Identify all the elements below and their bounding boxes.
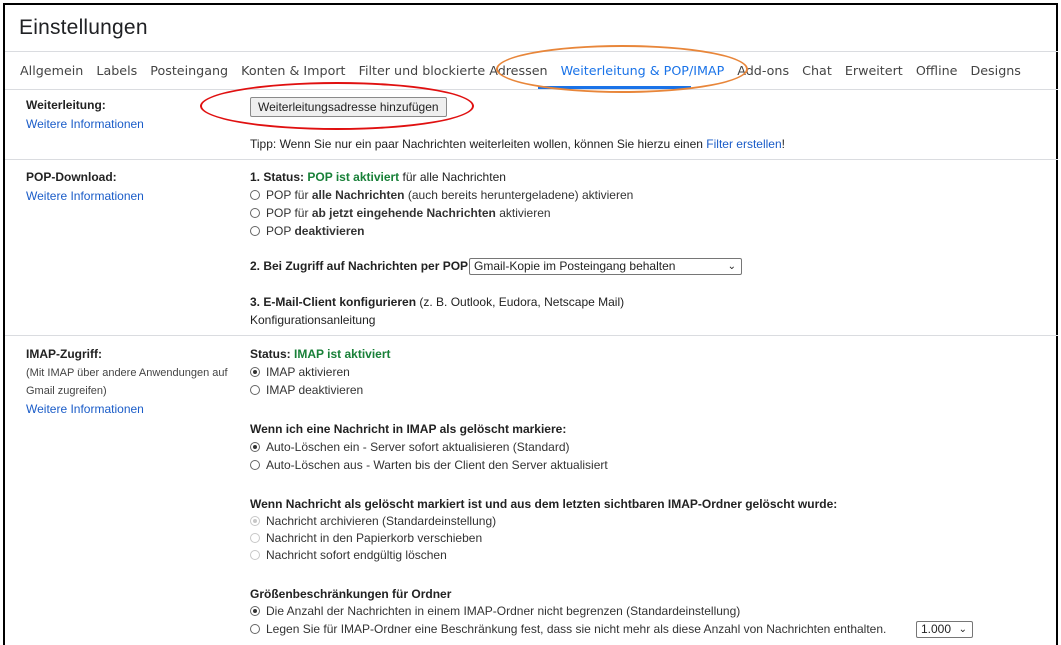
config-instructions-link[interactable]: Konfigurationsanleitung [250, 313, 375, 327]
settings-tabs: Allgemein Labels Posteingang Konten & Im… [20, 63, 1030, 78]
divider [5, 335, 1058, 336]
opt-text: Nachricht sofort endgültig löschen [266, 548, 447, 562]
chevron-down-icon: ⌄ [958, 624, 967, 635]
opt-text: Auto-Löschen ein - Server sofort aktuali… [266, 440, 570, 454]
imap-disable-option[interactable]: IMAP deaktivieren [250, 383, 363, 397]
pop-access-select-value: Gmail-Kopie im Posteingang behalten [474, 259, 676, 273]
pop-status-value: POP ist aktiviert [307, 170, 400, 184]
pop-label: POP-Download: [26, 170, 117, 184]
pop-more-info-link[interactable]: Weitere Informationen [26, 189, 144, 203]
imap-label: IMAP-Zugriff: [26, 347, 102, 361]
tab-chat[interactable]: Chat [802, 63, 832, 78]
imap-status: Status: IMAP ist aktiviert [250, 347, 391, 361]
pop-status-suffix: für alle Nachrichten [402, 170, 506, 184]
pop-client-hint: (z. B. Outlook, Eudora, Netscape Mail) [419, 295, 625, 309]
imap-status-value: IMAP ist aktiviert [294, 347, 391, 361]
pop-option-all[interactable]: POP für alle Nachrichten (auch bereits h… [250, 188, 633, 202]
add-forwarding-address-button[interactable]: Weiterleitungsadresse hinzufügen [250, 97, 447, 117]
tab-konten-import[interactable]: Konten & Import [241, 63, 345, 78]
imap-expunged-heading: Wenn Nachricht als gelöscht markiert ist… [250, 497, 838, 511]
trash-option[interactable]: Nachricht in den Papierkorb verschieben [250, 531, 482, 545]
opt-text: Legen Sie für IMAP-Ordner eine Beschränk… [266, 622, 887, 636]
pop-access-label: 2. Bei Zugriff auf Nachrichten per POP [250, 259, 469, 273]
opt-text: POP für [266, 188, 309, 202]
archive-option[interactable]: Nachricht archivieren (Standardeinstellu… [250, 514, 496, 528]
no-limit-option[interactable]: Die Anzahl der Nachrichten in einem IMAP… [250, 604, 740, 618]
imap-enable-option[interactable]: IMAP aktivieren [250, 365, 350, 379]
tab-labels[interactable]: Labels [96, 63, 137, 78]
expunge-off-option[interactable]: Auto-Löschen aus - Warten bis der Client… [250, 458, 608, 472]
divider [5, 51, 1058, 52]
divider [5, 159, 1058, 160]
imap-deleted-heading: Wenn ich eine Nachricht in IMAP als gelö… [250, 422, 567, 436]
opt-text: POP für [266, 206, 309, 220]
opt-text: IMAP deaktivieren [266, 383, 364, 397]
folder-size-heading: Größenbeschränkungen für Ordner [250, 587, 452, 601]
opt-text: IMAP aktivieren [266, 365, 350, 379]
pop-status: 1. Status: POP ist aktiviert für alle Na… [250, 170, 506, 184]
tab-designs[interactable]: Designs [970, 63, 1020, 78]
radio-icon[interactable] [250, 385, 260, 395]
imap-status-prefix: Status: [250, 347, 291, 361]
opt-text: POP [266, 224, 292, 238]
pop-client: 3. E-Mail-Client konfigurieren (z. B. Ou… [250, 295, 624, 309]
opt-text: aktivieren [499, 206, 551, 220]
window-frame [3, 3, 1058, 645]
limit-option[interactable]: Legen Sie für IMAP-Ordner eine Beschränk… [250, 622, 886, 636]
delete-forever-option[interactable]: Nachricht sofort endgültig löschen [250, 548, 447, 562]
radio-icon[interactable] [250, 367, 260, 377]
opt-text: Die Anzahl der Nachrichten in einem IMAP… [266, 604, 741, 618]
radio-icon[interactable] [250, 516, 260, 526]
opt-bold: alle Nachrichten [311, 188, 405, 202]
radio-icon[interactable] [250, 442, 260, 452]
divider [5, 89, 1058, 90]
expunge-on-option[interactable]: Auto-Löschen ein - Server sofort aktuali… [250, 440, 570, 454]
opt-text: Auto-Löschen aus - Warten bis der Client… [266, 458, 608, 472]
imap-sublabel-2: Gmail zugreifen) [26, 385, 107, 397]
tip-end: ! [781, 137, 785, 151]
pop-option-disable[interactable]: POP deaktivieren [250, 224, 365, 238]
radio-icon[interactable] [250, 533, 260, 543]
forwarding-tip: Tipp: Wenn Sie nur ein paar Nachrichten … [250, 137, 785, 151]
opt-text: (auch bereits heruntergeladene) aktivier… [407, 188, 634, 202]
chevron-down-icon: ⌄ [727, 261, 736, 272]
radio-icon[interactable] [250, 208, 260, 218]
tab-posteingang[interactable]: Posteingang [150, 63, 228, 78]
tab-weiterleitung-pop-imap[interactable]: Weiterleitung & POP/IMAP [561, 63, 725, 78]
pop-option-new[interactable]: POP für ab jetzt eingehende Nachrichten … [250, 206, 551, 220]
tab-filter[interactable]: Filter und blockierte Adressen [359, 63, 548, 78]
tab-add-ons[interactable]: Add-ons [737, 63, 789, 78]
folder-limit-select[interactable]: 1.000 ⌄ [916, 621, 973, 638]
radio-icon[interactable] [250, 550, 260, 560]
forwarding-more-info-link[interactable]: Weitere Informationen [26, 117, 144, 131]
tip-text: Tipp: Wenn Sie nur ein paar Nachrichten … [250, 137, 703, 151]
tab-allgemein[interactable]: Allgemein [20, 63, 83, 78]
radio-icon[interactable] [250, 624, 260, 634]
tab-erweitert[interactable]: Erweitert [845, 63, 903, 78]
opt-text: Nachricht in den Papierkorb verschieben [266, 531, 483, 545]
radio-icon[interactable] [250, 190, 260, 200]
imap-more-info-link[interactable]: Weitere Informationen [26, 402, 144, 416]
radio-icon[interactable] [250, 606, 260, 616]
pop-access-select[interactable]: Gmail-Kopie im Posteingang behalten ⌄ [469, 258, 742, 275]
tab-offline[interactable]: Offline [916, 63, 958, 78]
opt-bold: deaktivieren [294, 224, 365, 238]
radio-icon[interactable] [250, 460, 260, 470]
create-filter-link[interactable]: Filter erstellen [706, 137, 781, 151]
pop-status-prefix: 1. Status: [250, 170, 305, 184]
pop-client-label: 3. E-Mail-Client konfigurieren [250, 295, 417, 309]
opt-bold: ab jetzt eingehende Nachrichten [311, 206, 496, 220]
folder-limit-select-value: 1.000 [921, 622, 952, 636]
forwarding-label: Weiterleitung: [26, 98, 106, 112]
opt-text: Nachricht archivieren (Standardeinstellu… [266, 514, 497, 528]
imap-sublabel-1: (Mit IMAP über andere Anwendungen auf [26, 367, 228, 379]
radio-icon[interactable] [250, 226, 260, 236]
page-title: Einstellungen [19, 16, 148, 39]
